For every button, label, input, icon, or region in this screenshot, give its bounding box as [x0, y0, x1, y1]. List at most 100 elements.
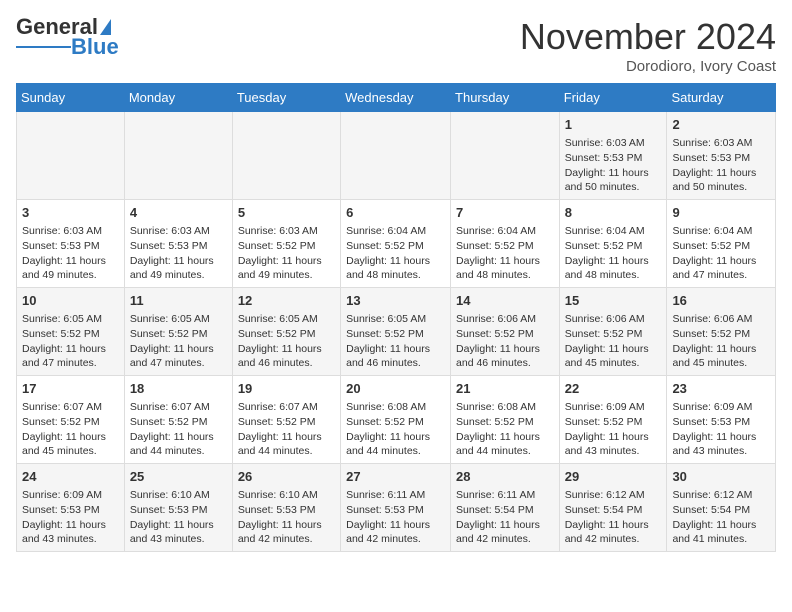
calendar-cell: 18Sunrise: 6:07 AMSunset: 5:52 PMDayligh… — [124, 376, 232, 464]
logo-underline — [16, 46, 71, 48]
day-number: 9 — [672, 204, 770, 222]
sunrise-text: Sunrise: 6:12 AM — [565, 488, 662, 503]
day-number: 12 — [238, 292, 335, 310]
calendar-cell: 4Sunrise: 6:03 AMSunset: 5:53 PMDaylight… — [124, 200, 232, 288]
header-thursday: Thursday — [451, 84, 560, 112]
sunset-text: Sunset: 5:52 PM — [456, 327, 554, 342]
sunrise-text: Sunrise: 6:04 AM — [456, 224, 554, 239]
calendar-table: SundayMondayTuesdayWednesdayThursdayFrid… — [16, 83, 776, 552]
day-number: 23 — [672, 380, 770, 398]
sunrise-text: Sunrise: 6:08 AM — [346, 400, 445, 415]
calendar-cell: 12Sunrise: 6:05 AMSunset: 5:52 PMDayligh… — [232, 288, 340, 376]
daylight-text: Daylight: 11 hours and 47 minutes. — [130, 342, 227, 371]
day-number: 15 — [565, 292, 662, 310]
calendar-cell: 9Sunrise: 6:04 AMSunset: 5:52 PMDaylight… — [667, 200, 776, 288]
calendar-cell: 20Sunrise: 6:08 AMSunset: 5:52 PMDayligh… — [341, 376, 451, 464]
sunrise-text: Sunrise: 6:10 AM — [130, 488, 227, 503]
day-number: 17 — [22, 380, 119, 398]
calendar-cell: 8Sunrise: 6:04 AMSunset: 5:52 PMDaylight… — [559, 200, 667, 288]
sunset-text: Sunset: 5:53 PM — [346, 503, 445, 518]
sunset-text: Sunset: 5:54 PM — [565, 503, 662, 518]
sunset-text: Sunset: 5:54 PM — [456, 503, 554, 518]
day-number: 13 — [346, 292, 445, 310]
calendar-week-row: 10Sunrise: 6:05 AMSunset: 5:52 PMDayligh… — [17, 288, 776, 376]
sunset-text: Sunset: 5:53 PM — [238, 503, 335, 518]
calendar-cell: 25Sunrise: 6:10 AMSunset: 5:53 PMDayligh… — [124, 464, 232, 552]
calendar-cell: 6Sunrise: 6:04 AMSunset: 5:52 PMDaylight… — [341, 200, 451, 288]
calendar-cell — [232, 112, 340, 200]
daylight-text: Daylight: 11 hours and 45 minutes. — [22, 430, 119, 459]
calendar-cell: 7Sunrise: 6:04 AMSunset: 5:52 PMDaylight… — [451, 200, 560, 288]
calendar-cell: 14Sunrise: 6:06 AMSunset: 5:52 PMDayligh… — [451, 288, 560, 376]
daylight-text: Daylight: 11 hours and 41 minutes. — [672, 518, 770, 547]
day-number: 14 — [456, 292, 554, 310]
calendar-cell — [17, 112, 125, 200]
daylight-text: Daylight: 11 hours and 42 minutes. — [238, 518, 335, 547]
calendar-week-row: 1Sunrise: 6:03 AMSunset: 5:53 PMDaylight… — [17, 112, 776, 200]
title-section: November 2024 Dorodioro, Ivory Coast — [520, 16, 776, 75]
sunrise-text: Sunrise: 6:03 AM — [22, 224, 119, 239]
daylight-text: Daylight: 11 hours and 50 minutes. — [565, 166, 662, 195]
sunset-text: Sunset: 5:52 PM — [346, 239, 445, 254]
day-number: 21 — [456, 380, 554, 398]
calendar-cell: 10Sunrise: 6:05 AMSunset: 5:52 PMDayligh… — [17, 288, 125, 376]
sunset-text: Sunset: 5:52 PM — [22, 327, 119, 342]
day-number: 2 — [672, 116, 770, 134]
calendar-cell — [341, 112, 451, 200]
calendar-cell: 22Sunrise: 6:09 AMSunset: 5:52 PMDayligh… — [559, 376, 667, 464]
sunrise-text: Sunrise: 6:09 AM — [22, 488, 119, 503]
sunrise-text: Sunrise: 6:03 AM — [130, 224, 227, 239]
calendar-cell: 24Sunrise: 6:09 AMSunset: 5:53 PMDayligh… — [17, 464, 125, 552]
daylight-text: Daylight: 11 hours and 49 minutes. — [22, 254, 119, 283]
day-number: 29 — [565, 468, 662, 486]
day-number: 8 — [565, 204, 662, 222]
sunrise-text: Sunrise: 6:03 AM — [672, 136, 770, 151]
calendar-cell: 26Sunrise: 6:10 AMSunset: 5:53 PMDayligh… — [232, 464, 340, 552]
sunrise-text: Sunrise: 6:03 AM — [238, 224, 335, 239]
sunset-text: Sunset: 5:53 PM — [22, 239, 119, 254]
daylight-text: Daylight: 11 hours and 50 minutes. — [672, 166, 770, 195]
sunset-text: Sunset: 5:52 PM — [565, 327, 662, 342]
logo: General Blue — [16, 16, 119, 58]
sunrise-text: Sunrise: 6:10 AM — [238, 488, 335, 503]
sunset-text: Sunset: 5:52 PM — [238, 415, 335, 430]
sunset-text: Sunset: 5:52 PM — [456, 239, 554, 254]
daylight-text: Daylight: 11 hours and 47 minutes. — [22, 342, 119, 371]
day-number: 18 — [130, 380, 227, 398]
sunrise-text: Sunrise: 6:05 AM — [130, 312, 227, 327]
sunrise-text: Sunrise: 6:04 AM — [565, 224, 662, 239]
daylight-text: Daylight: 11 hours and 44 minutes. — [130, 430, 227, 459]
sunrise-text: Sunrise: 6:04 AM — [672, 224, 770, 239]
sunrise-text: Sunrise: 6:08 AM — [456, 400, 554, 415]
daylight-text: Daylight: 11 hours and 49 minutes. — [130, 254, 227, 283]
daylight-text: Daylight: 11 hours and 44 minutes. — [456, 430, 554, 459]
calendar-cell: 3 Sunrise: 6:03 AMSunset: 5:53 PMDaylight… — [17, 200, 125, 288]
page-header: General Blue November 2024 Dorodioro, Iv… — [16, 16, 776, 75]
daylight-text: Daylight: 11 hours and 48 minutes. — [456, 254, 554, 283]
daylight-text: Daylight: 11 hours and 43 minutes. — [672, 430, 770, 459]
sunset-text: Sunset: 5:52 PM — [238, 327, 335, 342]
calendar-cell: 2Sunrise: 6:03 AMSunset: 5:53 PMDaylight… — [667, 112, 776, 200]
sunrise-text: Sunrise: 6:06 AM — [456, 312, 554, 327]
sunrise-text: Sunrise: 6:12 AM — [672, 488, 770, 503]
calendar-cell: 5Sunrise: 6:03 AMSunset: 5:52 PMDaylight… — [232, 200, 340, 288]
calendar-cell: 30Sunrise: 6:12 AMSunset: 5:54 PMDayligh… — [667, 464, 776, 552]
daylight-text: Daylight: 11 hours and 43 minutes. — [22, 518, 119, 547]
header-saturday: Saturday — [667, 84, 776, 112]
daylight-text: Daylight: 11 hours and 44 minutes. — [346, 430, 445, 459]
sunset-text: Sunset: 5:52 PM — [130, 415, 227, 430]
daylight-text: Daylight: 11 hours and 42 minutes. — [565, 518, 662, 547]
daylight-text: Daylight: 11 hours and 45 minutes. — [672, 342, 770, 371]
day-number: 4 — [130, 204, 227, 222]
calendar-cell: 15Sunrise: 6:06 AMSunset: 5:52 PMDayligh… — [559, 288, 667, 376]
sunrise-text: Sunrise: 6:11 AM — [346, 488, 445, 503]
sunset-text: Sunset: 5:52 PM — [346, 415, 445, 430]
day-number: 30 — [672, 468, 770, 486]
calendar-cell: 16Sunrise: 6:06 AMSunset: 5:52 PMDayligh… — [667, 288, 776, 376]
sunrise-text: Sunrise: 6:07 AM — [238, 400, 335, 415]
day-number: 3 — [22, 204, 119, 222]
calendar-week-row: 3Sunrise: 6:03 AMSunset: 5:53 PMDaylight… — [17, 200, 776, 288]
daylight-text: Daylight: 11 hours and 47 minutes. — [672, 254, 770, 283]
calendar-cell: 13Sunrise: 6:05 AMSunset: 5:52 PMDayligh… — [341, 288, 451, 376]
daylight-text: Daylight: 11 hours and 48 minutes. — [346, 254, 445, 283]
